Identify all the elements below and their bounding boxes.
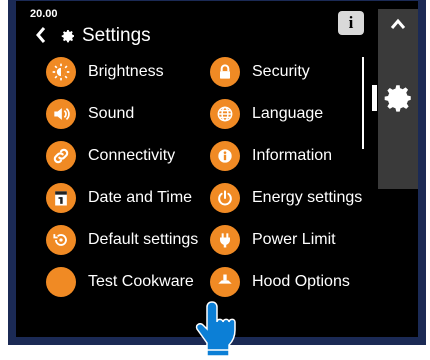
active-indicator	[372, 85, 377, 111]
menu-item-energy-settings[interactable]: Energy settings	[210, 183, 362, 213]
menu-item-language[interactable]: Language	[210, 99, 323, 129]
settings-gear-icon[interactable]	[381, 81, 415, 115]
menu-item-security[interactable]: Security	[210, 57, 310, 87]
menu-item-brightness[interactable]: Brightness	[46, 57, 164, 87]
scrollbar[interactable]	[362, 57, 364, 149]
menu-item-label: Information	[252, 147, 333, 164]
chevron-up-icon[interactable]	[389, 17, 407, 31]
menu-item-default-settings[interactable]: Default settings	[46, 225, 198, 255]
menu-item-connectivity[interactable]: Connectivity	[46, 141, 175, 171]
pointer-hand-icon	[195, 301, 236, 357]
menu-item-label: Hood Options	[252, 273, 350, 290]
power-icon	[210, 183, 240, 213]
plug-icon	[210, 225, 240, 255]
status-time: 20.00	[30, 8, 58, 20]
menu-item-label: Connectivity	[88, 147, 176, 164]
menu-item-label: Date and Time	[88, 189, 193, 206]
menu-item-label: Energy settings	[252, 189, 363, 206]
menu-item-label: Power Limit	[252, 231, 336, 248]
menu-item-label: Language	[252, 105, 324, 122]
menu-item-label: Test Cookware	[88, 273, 194, 290]
info-icon	[210, 141, 240, 171]
menu-item-information[interactable]: Information	[210, 141, 332, 171]
menu-item-date-time[interactable]: Date and Time	[46, 183, 192, 213]
menu-item-label: Default settings	[88, 231, 199, 248]
device-screen: 20.00 Settings i Brightness Sound Connec…	[8, 0, 426, 345]
menu-item-label: Brightness	[88, 63, 164, 80]
page-title: Settings	[82, 25, 151, 46]
menu-item-hood-options[interactable]: Hood Options	[210, 267, 350, 297]
brightness-icon	[46, 57, 76, 87]
reset-icon	[46, 225, 76, 255]
blank-icon	[46, 267, 76, 297]
speaker-icon	[46, 99, 76, 129]
menu-item-sound[interactable]: Sound	[46, 99, 134, 129]
menu-item-label: Security	[252, 63, 310, 80]
globe-icon	[210, 99, 240, 129]
back-chevron-icon[interactable]	[34, 25, 50, 45]
hood-icon	[210, 267, 240, 297]
side-panel	[378, 9, 418, 189]
calendar-icon	[46, 183, 76, 213]
info-button[interactable]: i	[338, 11, 364, 35]
menu-item-power-limit[interactable]: Power Limit	[210, 225, 336, 255]
menu-item-label: Sound	[88, 105, 135, 122]
link-icon	[46, 141, 76, 171]
lock-icon	[210, 57, 240, 87]
menu-item-test-cookware[interactable]: Test Cookware	[46, 267, 194, 297]
gear-icon	[60, 28, 76, 44]
